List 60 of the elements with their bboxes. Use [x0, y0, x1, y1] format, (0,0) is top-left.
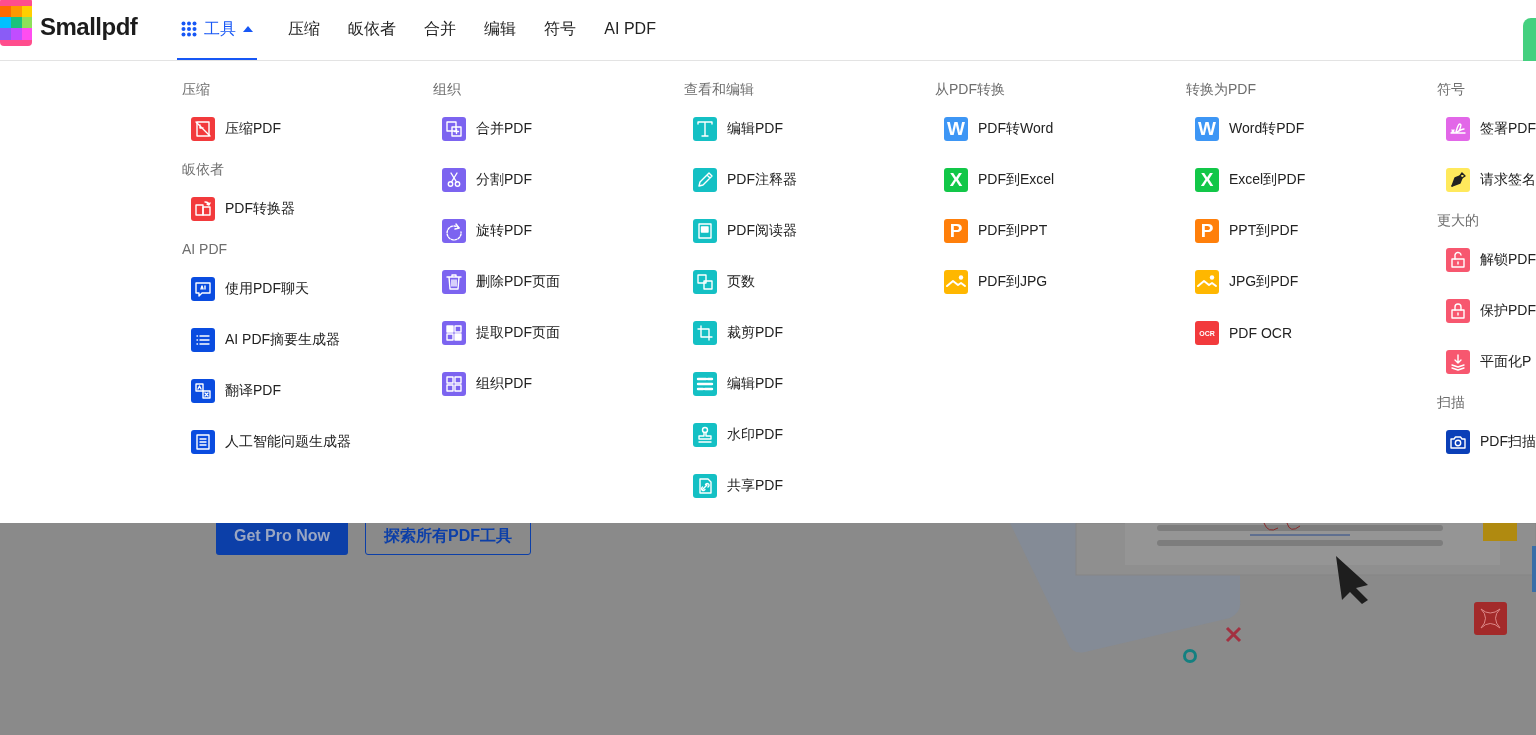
menu-item[interactable]: 使用PDF聊天: [191, 277, 309, 301]
section-heading: 扫描: [1437, 393, 1465, 412]
section-heading: 组织: [433, 80, 461, 99]
section-heading: 从PDF转换: [935, 80, 1005, 99]
menu-item[interactable]: 解锁PDF: [1446, 248, 1536, 272]
menu-item[interactable]: 压缩PDF: [191, 117, 281, 141]
menu-item[interactable]: PDF转换器: [191, 197, 295, 221]
nav-link[interactable]: 编辑: [470, 0, 531, 60]
menu-item[interactable]: PDF阅读器: [693, 219, 797, 243]
menu-item[interactable]: 请求签名: [1446, 168, 1536, 192]
menu-item[interactable]: 提取PDF页面: [442, 321, 560, 345]
menu-item[interactable]: 裁剪PDF: [693, 321, 783, 345]
file-type-icon: X: [944, 168, 968, 192]
menu-item[interactable]: 分割PDF: [442, 168, 532, 192]
file-type-icon: P: [1195, 219, 1219, 243]
menu-item[interactable]: 页数: [693, 270, 755, 294]
file-type-icon: P: [944, 219, 968, 243]
nav-link[interactable]: AI PDF: [590, 0, 670, 60]
menu-item[interactable]: 平面化P: [1446, 350, 1532, 374]
caret-icon: [243, 26, 254, 32]
menu-item[interactable]: 合并PDF: [442, 117, 532, 141]
menu-item[interactable]: 共享PDF: [693, 474, 783, 498]
nav-link[interactable]: 合并: [410, 0, 471, 60]
menu-item[interactable]: 删除PDF页面: [442, 270, 560, 294]
section-heading: 查看和编辑: [684, 80, 754, 99]
menu-item[interactable]: PDF到JPG: [944, 270, 1048, 294]
menu-item[interactable]: 旋转PDF: [442, 219, 532, 243]
nav-link[interactable]: 压缩: [274, 0, 335, 60]
section-heading: AI PDF: [182, 240, 228, 259]
section-heading: 转换为PDF: [1186, 80, 1256, 99]
nav-link[interactable]: 符号: [530, 0, 591, 60]
logo-icon: [0, 0, 32, 46]
file-type-icon: W: [1195, 117, 1219, 141]
nav-link[interactable]: 皈依者: [334, 0, 411, 60]
file-type-icon: W: [944, 117, 968, 141]
section-heading: 符号: [1437, 80, 1465, 99]
menu-item[interactable]: X Excel到PDF: [1195, 168, 1306, 192]
menu-item[interactable]: 编辑PDF: [693, 117, 783, 141]
menu-item[interactable]: 编辑PDF: [693, 372, 783, 396]
menu-item[interactable]: JPG到PDF: [1195, 270, 1299, 294]
menu-item[interactable]: 组织PDF: [442, 372, 532, 396]
menu-item[interactable]: X PDF到Excel: [944, 168, 1055, 192]
menu-item[interactable]: 翻译PDF: [191, 379, 281, 403]
menu-item[interactable]: 水印PDF: [693, 423, 783, 447]
menu-item[interactable]: P PDF到PPT: [944, 219, 1048, 243]
menu-item[interactable]: 人工智能问题生成器: [191, 430, 351, 454]
menu-item[interactable]: W PDF转Word: [944, 117, 1054, 141]
menu-item[interactable]: PDF注释器: [693, 168, 797, 192]
grid-icon: [181, 21, 198, 37]
menu-item[interactable]: 保护PDF: [1446, 299, 1536, 323]
section-heading: 更大的: [1437, 211, 1479, 230]
menu-item[interactable]: 签署PDF: [1446, 117, 1536, 141]
menu-item[interactable]: W Word转PDF: [1195, 117, 1305, 141]
menu-item[interactable]: PDF扫描: [1446, 430, 1536, 454]
section-heading: 皈依者: [182, 160, 224, 179]
file-type-icon: X: [1195, 168, 1219, 192]
menu-item[interactable]: AI PDF摘要生成器: [191, 328, 341, 352]
section-heading: 压缩: [182, 80, 210, 99]
brand-name[interactable]: Smallpdf: [40, 13, 138, 41]
menu-item[interactable]: P PPT到PDF: [1195, 219, 1299, 243]
